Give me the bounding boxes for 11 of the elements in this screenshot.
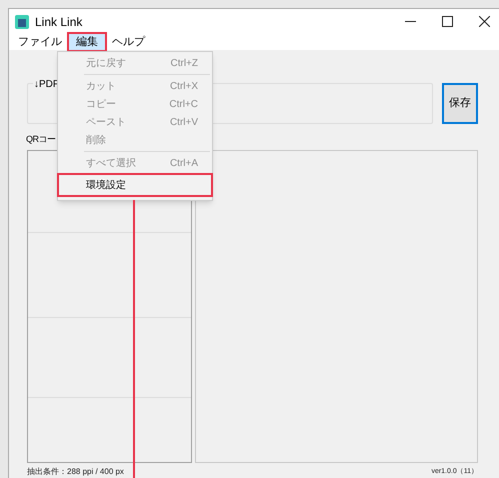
maximize-icon[interactable] (442, 16, 453, 27)
status-text: 抽出条件：288 ppi / 400 px (27, 466, 124, 478)
app-icon (15, 14, 29, 28)
menu-item[interactable]: 編集 (69, 34, 105, 50)
menu-option[interactable]: 環境設定 (58, 174, 212, 196)
close-icon[interactable] (479, 16, 490, 27)
qr-label: QRコー (26, 133, 56, 146)
menu-item[interactable]: ヘルプ (105, 34, 152, 50)
save-button[interactable]: 保存 (442, 83, 478, 124)
window-title: Link Link (35, 14, 82, 30)
menu-item[interactable]: ファイル (11, 34, 69, 50)
